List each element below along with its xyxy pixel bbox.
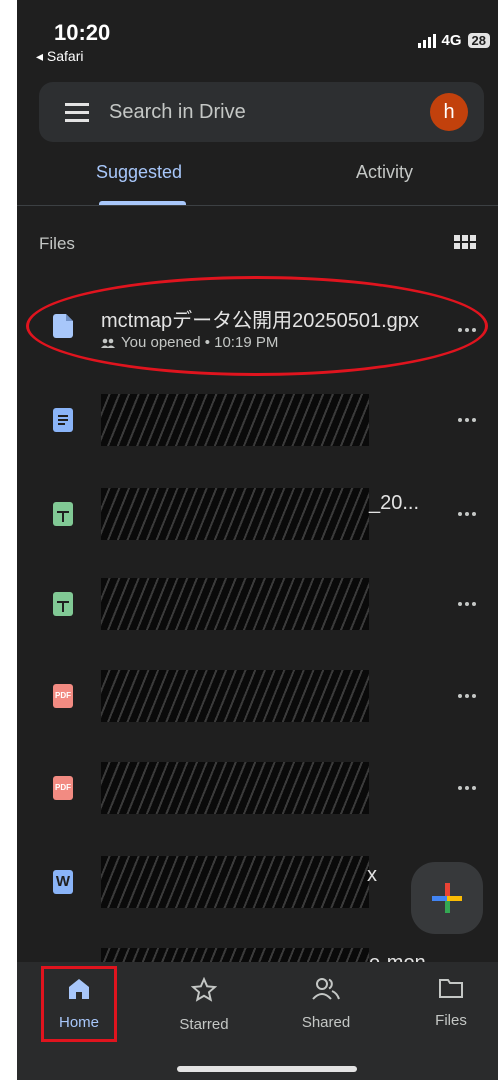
menu-icon[interactable] — [65, 103, 89, 122]
battery-icon: 28 — [467, 33, 490, 48]
docs-icon — [53, 408, 73, 432]
sheets-icon — [53, 592, 73, 616]
annotation-highlight — [41, 966, 117, 1042]
redacted-file-name — [101, 578, 369, 630]
redacted-file-name — [101, 488, 369, 540]
file-row[interactable]: PDF — [17, 658, 498, 730]
nav-shared-label: Shared — [301, 1014, 351, 1031]
file-row[interactable]: _20... — [17, 476, 498, 548]
tab-activity[interactable]: Activity — [356, 162, 413, 183]
file-title-suffix: x — [367, 864, 377, 886]
folder-icon — [439, 979, 463, 998]
grid-view-icon[interactable] — [454, 235, 476, 249]
more-options-icon[interactable] — [458, 786, 476, 790]
more-options-icon[interactable] — [458, 418, 476, 422]
search-input[interactable]: Search in Drive — [109, 101, 430, 124]
more-options-icon[interactable] — [458, 694, 476, 698]
redacted-file-name — [101, 670, 369, 722]
word-icon: W — [53, 870, 73, 894]
back-to-safari-link[interactable]: ◂ Safari — [36, 48, 84, 65]
redacted-file-name — [101, 762, 369, 814]
new-file-button[interactable] — [411, 862, 483, 934]
nav-starred-label: Starred — [179, 1016, 229, 1033]
file-row[interactable] — [17, 566, 498, 638]
sheets-icon — [53, 502, 73, 526]
annotation-highlight — [26, 276, 488, 376]
pdf-icon: PDF — [53, 684, 73, 708]
nav-shared[interactable]: Shared — [286, 977, 366, 1031]
star-icon — [190, 976, 218, 1002]
pdf-icon: PDF — [53, 776, 73, 800]
network-type: 4G — [441, 32, 462, 49]
tab-divider — [17, 205, 498, 206]
plus-icon — [432, 883, 462, 913]
file-row[interactable]: PDF — [17, 750, 498, 822]
nav-starred[interactable]: Starred — [164, 976, 244, 1033]
avatar[interactable]: h — [430, 93, 468, 131]
search-bar[interactable]: Search in Drive h — [39, 82, 484, 142]
status-time: 10:20 — [54, 20, 111, 45]
more-options-icon[interactable] — [458, 512, 476, 516]
more-options-icon[interactable] — [458, 602, 476, 606]
redacted-file-name — [101, 394, 369, 446]
nav-files[interactable]: Files — [411, 977, 491, 1029]
signal-icon — [417, 33, 436, 48]
file-title-suffix: _20... — [369, 492, 420, 514]
drive-app-screen: 10:20 ◂ Safari 4G 28 Search in Drive h S… — [17, 0, 498, 1080]
status-indicators: 4G 28 — [417, 32, 490, 49]
nav-files-label: Files — [435, 1012, 467, 1029]
redacted-file-name — [101, 856, 369, 908]
file-row[interactable] — [17, 384, 498, 456]
home-indicator — [177, 1066, 357, 1072]
tab-suggested[interactable]: Suggested — [96, 162, 182, 183]
section-label: Files — [39, 234, 75, 253]
people-icon — [312, 978, 340, 1000]
